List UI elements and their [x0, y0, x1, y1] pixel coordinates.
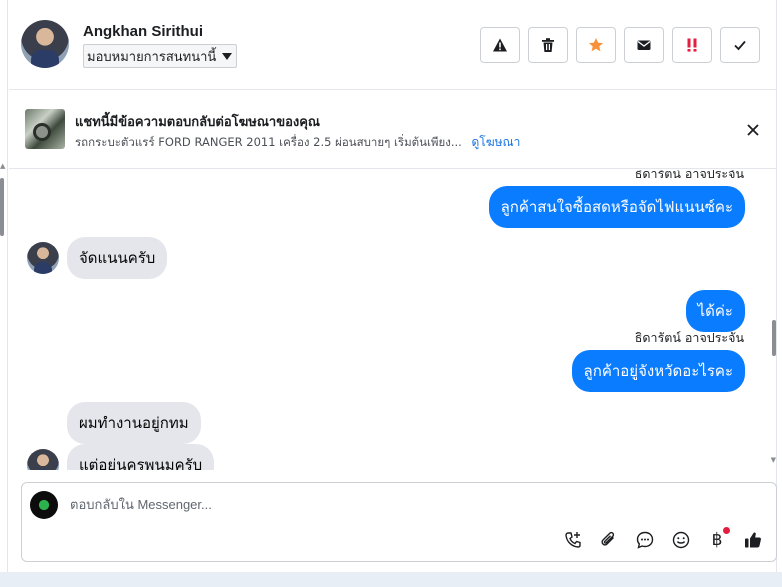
ad-description-text: รถกระบะตัวแรร์ FORD RANGER 2011 เครื่อง … [75, 135, 462, 149]
attachment-icon [601, 531, 615, 546]
outgoing-message[interactable]: ได้ค่ะ [685, 290, 745, 332]
report-button[interactable] [480, 27, 520, 63]
incoming-message[interactable]: ผมทำงานอยู่กทม [67, 402, 201, 444]
scroll-down-icon[interactable]: ▼ [771, 456, 776, 464]
left-frame: ▲ [0, 0, 8, 587]
urgent-icon [687, 38, 697, 52]
notification-dot [723, 527, 730, 534]
page-avatar [30, 491, 58, 519]
ad-reply-banner: แชทนี้มีข้อความตอบกลับต่อโฆษณาของคุณ รถก… [9, 91, 776, 169]
avatar[interactable] [21, 20, 69, 68]
thread-scrollbar[interactable]: ▲ ▼ [768, 170, 776, 470]
mail-icon [637, 40, 651, 50]
sender-name: ธิดารัตน์ อาจประจัน [634, 330, 744, 345]
ad-banner-title: แชทนี้มีข้อความตอบกลับต่อโฆษณาของคุณ [75, 115, 320, 130]
outgoing-message[interactable]: ลูกค้าอยู่จังหวัดอะไรคะ [571, 350, 745, 392]
delete-button[interactable] [528, 27, 568, 63]
left-scroll-up-icon[interactable]: ▲ [0, 162, 5, 170]
phone-add-icon [565, 532, 581, 548]
close-icon [747, 124, 759, 136]
close-banner-button[interactable] [742, 119, 764, 141]
outgoing-message[interactable]: ลูกค้าสนใจซื้อสดหรือจัดไฟแนนซ์คะ [488, 186, 745, 228]
incoming-message[interactable]: แต่อยู่นครพนมครับ [67, 444, 215, 470]
trash-icon [542, 38, 554, 52]
window-bottom-strip [0, 572, 782, 587]
mark-unread-button[interactable] [624, 27, 664, 63]
call-button[interactable] [562, 529, 584, 551]
saved-replies-button[interactable] [634, 529, 656, 551]
baht-payment-icon: ฿ [711, 530, 723, 550]
contact-name[interactable]: Angkhan Sirithui [83, 23, 203, 40]
emoji-icon [672, 531, 690, 549]
header-actions [480, 27, 760, 63]
reply-input[interactable] [70, 497, 670, 512]
left-scrollbar[interactable] [0, 178, 4, 236]
emoji-button[interactable] [670, 529, 692, 551]
report-icon [493, 38, 507, 52]
follow-up-button[interactable] [672, 27, 712, 63]
payment-button[interactable]: ฿ [706, 527, 730, 551]
saved-reply-icon [636, 531, 654, 549]
message-thread[interactable]: ธิดารัตน์ อาจประจัน ลูกค้าสนใจซื้อสดหรือ… [9, 170, 776, 470]
ad-banner-description: รถกระบะตัวแรร์ FORD RANGER 2011 เครื่อง … [75, 133, 520, 152]
avatar[interactable] [27, 242, 59, 274]
chevron-down-icon [222, 52, 233, 60]
scrollbar-thumb[interactable] [772, 320, 776, 356]
attach-button[interactable] [598, 529, 620, 551]
sender-name: ธิดารัตน์ อาจประจัน [634, 170, 744, 181]
avatar[interactable] [27, 449, 59, 470]
check-icon [734, 40, 746, 51]
assign-label: มอบหมายการสนทนานี้ [87, 48, 217, 64]
thumbs-up-icon [745, 532, 761, 548]
like-button[interactable] [742, 529, 764, 551]
star-button[interactable] [576, 27, 616, 63]
mark-done-button[interactable] [720, 27, 760, 63]
composer-toolbar: ฿ [562, 527, 764, 551]
assign-conversation-dropdown[interactable]: มอบหมายการสนทนานี้ [83, 44, 238, 68]
star-icon [589, 38, 603, 52]
ad-thumbnail[interactable] [25, 109, 65, 149]
view-ad-link[interactable]: ดูโฆษณา [471, 135, 520, 149]
conversation-header: Angkhan Sirithui มอบหมายการสนทนานี้ [9, 0, 776, 90]
message-composer: ฿ [21, 482, 777, 562]
incoming-message[interactable]: จัดแนนครับ [67, 237, 168, 279]
